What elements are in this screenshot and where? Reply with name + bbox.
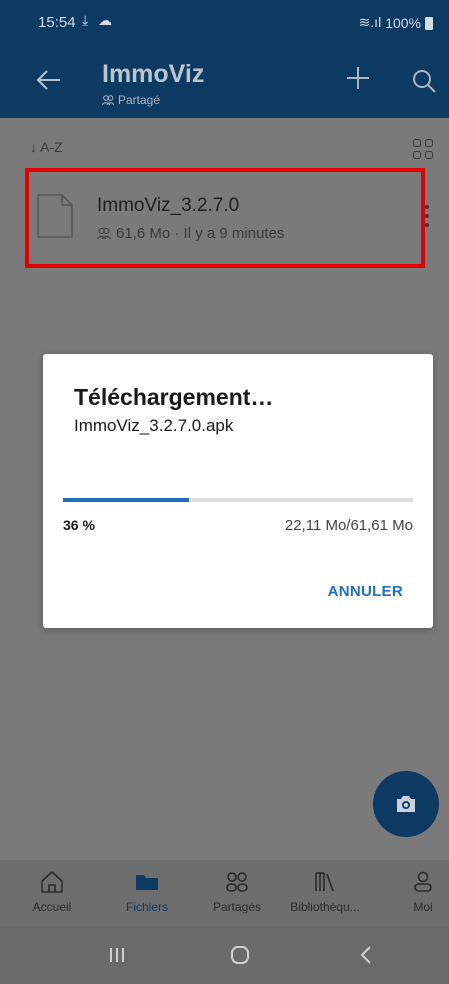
status-bar: 15:54 ⤓ ☁ ≋.ıl 100% (0, 0, 449, 46)
status-time: 15:54 (38, 14, 76, 31)
file-name[interactable]: ImmoViz_3.2.7.0 (97, 195, 239, 217)
cloud-status-icon: ☁ (98, 12, 112, 28)
sort-toggle[interactable]: ↓ A-Z (30, 139, 63, 155)
nav-item-bibliotheques[interactable]: Bibliothèqu... (282, 860, 368, 926)
page-title: ImmoViz (102, 60, 205, 88)
download-progress-bar (63, 498, 413, 502)
download-status-icon: ⤓ (82, 12, 89, 28)
nav-item-moi[interactable]: Moi (405, 860, 441, 926)
back-button-icon[interactable] (354, 942, 380, 968)
dialog-filename: ImmoViz_3.2.7.0.apk (74, 416, 234, 435)
battery-icon (425, 17, 433, 30)
camera-fab-button[interactable] (373, 771, 439, 837)
back-arrow-icon[interactable] (36, 68, 62, 96)
system-navigation-bar (0, 926, 449, 984)
home-button-icon[interactable] (227, 942, 253, 968)
nav-label-accueil: Accueil (32, 900, 72, 914)
file-meta: 61,6 Mo · Il y a 9 minutes (97, 225, 284, 242)
nav-item-fichiers[interactable]: Fichiers (112, 860, 182, 926)
grid-view-icon[interactable] (412, 138, 434, 160)
status-right: ≋.ıl 100% (359, 14, 433, 31)
nav-item-accueil[interactable]: Accueil (24, 860, 80, 926)
library-icon (315, 872, 334, 892)
bottom-navigation: Accueil Fichiers Partagés Bibliothèqu...… (0, 860, 449, 926)
recent-apps-icon[interactable] (104, 942, 130, 968)
file-row-highlight[interactable] (25, 168, 425, 268)
progress-sizes: 22,11 Mo/61,61 Mo (284, 517, 413, 534)
app-header: 15:54 ⤓ ☁ ≋.ıl 100% ImmoViz Partagé (0, 0, 449, 118)
nav-label-bibliotheques: Bibliothèqu... (290, 900, 360, 914)
file-meta-text: 61,6 Mo · Il y a 9 minutes (116, 225, 285, 242)
person-icon (414, 871, 432, 892)
camera-icon (397, 796, 415, 812)
download-dialog: Téléchargement… ImmoViz_3.2.7.0.apk 36 %… (43, 354, 433, 628)
battery-level: 100% (385, 14, 421, 31)
page-subtitle: Partagé (102, 93, 160, 107)
nav-label-partages: Partagés (212, 900, 262, 914)
search-icon[interactable] (411, 68, 437, 94)
subtitle-label: Partagé (118, 93, 161, 107)
file-icon (36, 193, 74, 239)
nav-item-partages[interactable]: Partagés (202, 860, 272, 926)
add-icon[interactable] (345, 63, 371, 97)
nav-label-moi: Moi (413, 900, 433, 914)
shared-people-icon (97, 228, 111, 240)
progress-percent: 36 % (63, 517, 95, 533)
home-icon (41, 871, 63, 893)
more-options-icon[interactable] (424, 203, 430, 229)
nav-label-fichiers: Fichiers (125, 900, 168, 914)
cancel-button[interactable]: ANNULER (328, 583, 403, 600)
people-icon (102, 95, 114, 106)
progress-fill (63, 498, 189, 502)
folder-icon (136, 875, 158, 890)
dialog-title: Téléchargement… (74, 384, 274, 410)
people-icon (226, 872, 248, 892)
signal-icon: ≋.ıl (358, 14, 382, 30)
